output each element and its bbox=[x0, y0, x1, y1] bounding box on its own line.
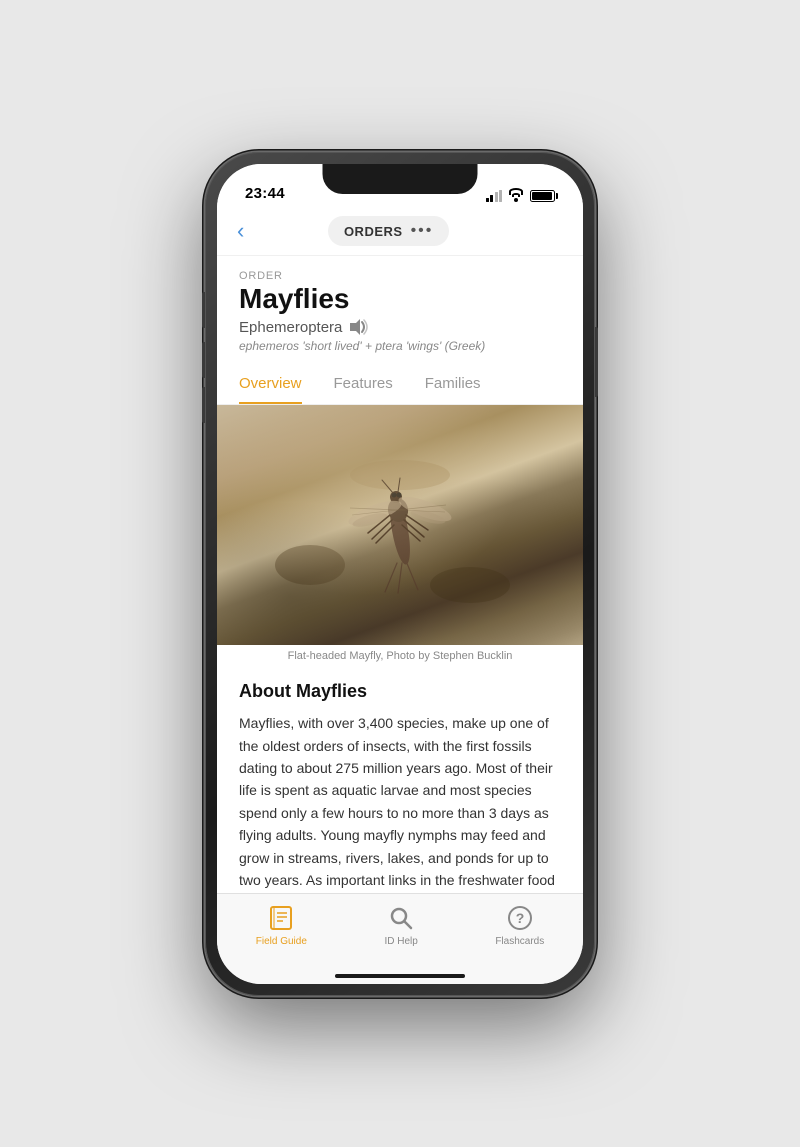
tab-overview[interactable]: Overview bbox=[239, 365, 302, 404]
svg-text:?: ? bbox=[516, 910, 525, 926]
tab-bar-id-help[interactable]: ID Help bbox=[384, 904, 417, 947]
home-indicator bbox=[217, 976, 583, 984]
signal-icon bbox=[486, 190, 503, 202]
id-help-label: ID Help bbox=[384, 936, 417, 947]
content-area: ORDER Mayflies Ephemeroptera ephemeros '… bbox=[217, 256, 583, 893]
wifi-icon bbox=[508, 190, 524, 202]
nav-bar: ‹ ORDERS ••• bbox=[217, 208, 583, 256]
id-help-icon bbox=[387, 904, 415, 932]
about-section: About Mayflies Mayflies, with over 3,400… bbox=[217, 667, 583, 892]
bottom-tab-bar: Field Guide ID Help ? F bbox=[217, 893, 583, 976]
nav-title: ORDERS bbox=[344, 224, 403, 239]
order-label: ORDER bbox=[239, 270, 561, 282]
field-guide-label: Field Guide bbox=[256, 936, 307, 947]
flashcard-icon: ? bbox=[506, 904, 534, 932]
image-caption: Flat-headed Mayfly, Photo by Stephen Buc… bbox=[217, 645, 583, 667]
header-section: ORDER Mayflies Ephemeroptera ephemeros '… bbox=[217, 256, 583, 366]
species-image bbox=[217, 405, 583, 645]
home-bar bbox=[335, 974, 465, 978]
book-icon bbox=[267, 904, 295, 932]
tab-bar-flashcards[interactable]: ? Flashcards bbox=[495, 904, 544, 947]
about-title: About Mayflies bbox=[239, 681, 561, 702]
sound-icon[interactable] bbox=[350, 318, 370, 336]
battery-icon bbox=[530, 190, 555, 202]
phone-notch bbox=[323, 164, 478, 194]
tab-families[interactable]: Families bbox=[425, 365, 481, 404]
species-name: Mayflies bbox=[239, 284, 561, 315]
content-tabs: Overview Features Families bbox=[217, 365, 583, 405]
nav-title-pill[interactable]: ORDERS ••• bbox=[328, 216, 449, 246]
flashcards-label: Flashcards bbox=[495, 936, 544, 947]
nav-more-button[interactable]: ••• bbox=[411, 222, 434, 240]
status-time: 23:44 bbox=[245, 185, 285, 202]
about-text: Mayflies, with over 3,400 species, make … bbox=[239, 712, 561, 892]
tab-bar-field-guide[interactable]: Field Guide bbox=[256, 904, 307, 947]
tab-features[interactable]: Features bbox=[334, 365, 393, 404]
scientific-name: Ephemeroptera bbox=[239, 319, 342, 336]
scientific-row: Ephemeroptera bbox=[239, 318, 561, 336]
phone-screen: 23:44 ‹ ORDERS ••• bbox=[217, 164, 583, 984]
etymology-text: ephemeros 'short lived' + ptera 'wings' … bbox=[239, 339, 561, 353]
back-button[interactable]: ‹ bbox=[237, 220, 244, 242]
mayfly-illustration bbox=[270, 445, 530, 605]
status-icons bbox=[486, 190, 556, 202]
phone-device: 23:44 ‹ ORDERS ••• bbox=[205, 152, 595, 996]
